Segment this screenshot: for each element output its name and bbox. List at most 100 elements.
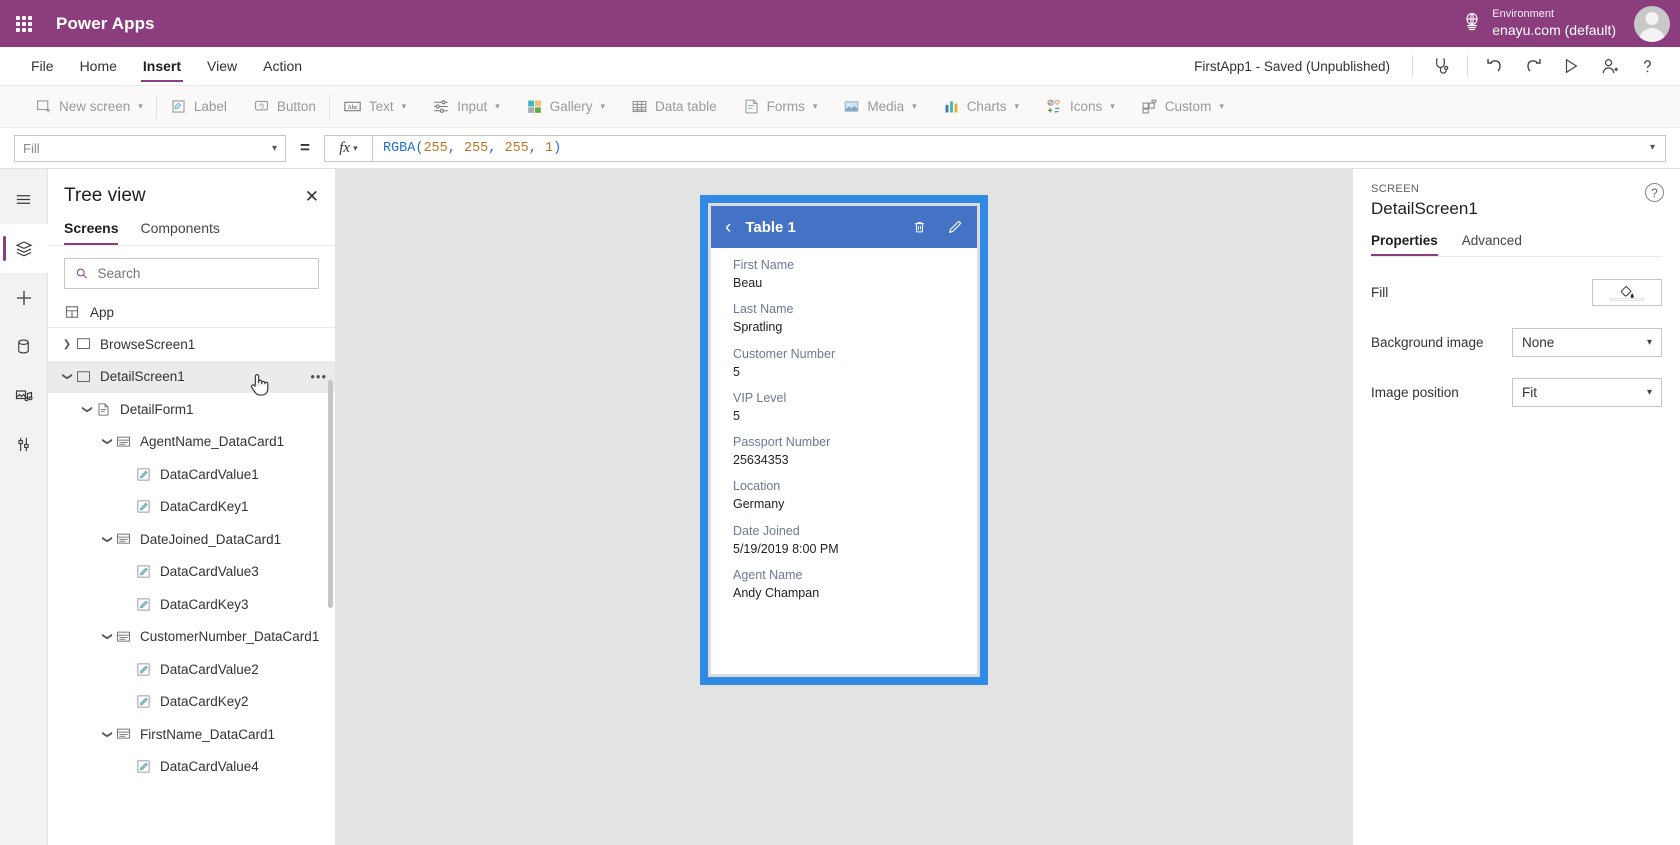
media-library-icon[interactable]: [0, 371, 48, 420]
tree-node-datejoined_datacard1[interactable]: ❯ DateJoined_DataCard1: [48, 523, 335, 556]
tab-components[interactable]: Components: [140, 215, 219, 245]
datacard-value-icon: [136, 467, 151, 482]
redo-icon[interactable]: [1514, 47, 1552, 85]
chevron-down-icon[interactable]: ❯: [82, 400, 93, 418]
close-icon[interactable]: ✕: [305, 188, 319, 205]
form-field[interactable]: First Name Beau: [733, 256, 955, 292]
data-cylinder-icon[interactable]: [0, 322, 48, 371]
waffle-grid-icon[interactable]: [0, 0, 48, 47]
background-image-value: None: [1522, 334, 1555, 350]
back-chevron-icon[interactable]: ‹: [725, 218, 731, 237]
chevron-down-icon[interactable]: ❯: [102, 433, 113, 451]
image-position-dropdown[interactable]: Fit ▾: [1512, 377, 1662, 407]
tree-node-label: DataCardValue2: [160, 661, 259, 677]
tree-node-datacardvalue1[interactable]: DataCardValue1: [48, 458, 335, 491]
ribbon-label-text: Label: [193, 99, 227, 114]
form-field-value: Beau: [733, 276, 763, 291]
chevron-down-icon[interactable]: ❯: [102, 530, 113, 548]
app-save-status: FirstApp1 - Saved (Unpublished): [1194, 58, 1390, 74]
chevron-down-icon: ▾: [1110, 101, 1115, 111]
trash-icon[interactable]: [912, 219, 927, 235]
ribbon-charts[interactable]: Charts ▾: [930, 86, 1032, 128]
ribbon-custom[interactable]: Custom ▾: [1128, 86, 1237, 128]
fill-color-button[interactable]: [1592, 278, 1662, 306]
property-select[interactable]: Fill ▾: [14, 134, 286, 162]
ribbon-new-screen[interactable]: New screen ▾: [22, 86, 156, 128]
chevron-down-icon[interactable]: ❯: [102, 628, 113, 646]
tree-node-detailform1[interactable]: ❯ DetailForm1: [48, 393, 335, 426]
formula-input[interactable]: RGBA(255, 255, 255, 1) ▾: [371, 134, 1666, 162]
tree-node-agentname_datacard1[interactable]: ❯ AgentName_DataCard1: [48, 426, 335, 459]
tree-node-datacardvalue3[interactable]: DataCardValue3: [48, 556, 335, 589]
search-box[interactable]: [64, 258, 319, 289]
form-field[interactable]: Location Germany: [733, 477, 955, 513]
ribbon-icons[interactable]: Icons ▾: [1032, 86, 1128, 128]
ribbon-data-table[interactable]: Data table: [618, 86, 730, 128]
tab-properties[interactable]: Properties: [1371, 233, 1438, 256]
tree-node-firstname_datacard1[interactable]: ❯ FirstName_DataCard1: [48, 718, 335, 751]
tree-vertical-scrollbar[interactable]: [328, 380, 333, 608]
preview-play-icon[interactable]: [1552, 47, 1590, 85]
share-user-icon[interactable]: [1590, 47, 1628, 85]
ribbon-text[interactable]: Abc Text ▾: [330, 86, 419, 128]
avatar[interactable]: [1634, 5, 1670, 42]
ribbon-label-text: Button: [276, 99, 316, 114]
ribbon-input[interactable]: Input ▾: [419, 86, 513, 128]
chevron-down-icon[interactable]: ❯: [62, 368, 73, 386]
ribbon-label[interactable]: Label: [157, 86, 240, 128]
tab-screens[interactable]: Screens: [64, 215, 119, 245]
preview-header: ‹ Table 1: [711, 206, 977, 248]
menu-item-insert[interactable]: Insert: [130, 47, 194, 85]
undo-icon[interactable]: [1476, 47, 1514, 85]
tree-node-datacardvalue2[interactable]: DataCardValue2: [48, 653, 335, 686]
tree-node-list: ❯ BrowseScreen1 ❯ DetailScreen1 ••• ❯ DetailFo…: [48, 328, 335, 845]
form-field[interactable]: Last Name Spratling: [733, 300, 955, 336]
ribbon-forms[interactable]: Forms ▾: [730, 86, 831, 128]
menu-item-view[interactable]: View: [194, 47, 250, 85]
tree-node-browsescreen1[interactable]: ❯ BrowseScreen1: [48, 328, 335, 361]
tree-node-more-options[interactable]: •••: [310, 369, 327, 384]
tree-node-datacardkey1[interactable]: DataCardKey1: [48, 491, 335, 524]
search-input[interactable]: [97, 266, 308, 281]
chevron-down-icon[interactable]: ❯: [102, 725, 113, 743]
ribbon-media[interactable]: Media ▾: [830, 86, 929, 128]
tree-node-datacardkey3[interactable]: DataCardKey3: [48, 588, 335, 621]
ribbon-button[interactable]: Button: [240, 86, 329, 128]
ribbon-gallery[interactable]: Gallery ▾: [513, 86, 618, 128]
help-circle-icon[interactable]: ?: [1645, 183, 1664, 202]
form-field[interactable]: VIP Level 5: [733, 389, 955, 425]
chevron-right-icon[interactable]: ❯: [58, 339, 76, 350]
hamburger-menu-icon[interactable]: [0, 175, 48, 224]
environment-block[interactable]: Environment enayu.com (default): [1492, 8, 1616, 39]
tree-node-customernumber_datacard1[interactable]: ❯ CustomerNumber_DataCard1: [48, 621, 335, 654]
tree-node-app[interactable]: App: [48, 297, 335, 328]
properties-kicker: SCREEN: [1371, 183, 1420, 195]
app-checker-icon[interactable]: [1421, 47, 1459, 85]
tree-view-layers-icon[interactable]: [0, 224, 48, 273]
tree-node-detailscreen1[interactable]: ❯ DetailScreen1 •••: [48, 360, 335, 393]
formula-arg-0: 255: [423, 140, 448, 156]
formula-expand-chevron-icon[interactable]: ▾: [1650, 142, 1655, 154]
menu-item-action[interactable]: Action: [250, 47, 315, 85]
menu-item-home[interactable]: Home: [67, 47, 130, 85]
advanced-tools-icon[interactable]: [0, 420, 48, 469]
screen-selection-frame[interactable]: ‹ Table 1 First Name Beau Last Name Spra…: [700, 195, 988, 685]
help-icon[interactable]: [1628, 47, 1666, 85]
fx-button[interactable]: fx ▾: [323, 134, 372, 162]
tree-node-datacardvalue4[interactable]: DataCardValue4: [48, 751, 335, 784]
background-image-dropdown[interactable]: None ▾: [1512, 327, 1662, 357]
tree-node-label: DataCardValue3: [160, 564, 259, 580]
canvas-area[interactable]: ‹ Table 1 First Name Beau Last Name Spra…: [336, 169, 1352, 845]
pencil-edit-icon[interactable]: [947, 219, 963, 235]
menu-item-file[interactable]: File: [18, 47, 67, 85]
form-field[interactable]: Agent Name Andy Champan: [733, 566, 955, 602]
form-field[interactable]: Passport Number 25634353: [733, 433, 955, 469]
property-label-background-image: Background image: [1371, 334, 1484, 350]
workspace: Tree view ✕ Screens Components App ❯ Brow…: [0, 169, 1680, 845]
form-field[interactable]: Date Joined 5/19/2019 8:00 PM: [733, 522, 955, 558]
form-field[interactable]: Customer Number 5: [733, 345, 955, 381]
tree-view-header: Tree view ✕: [48, 169, 335, 215]
insert-plus-icon[interactable]: [0, 273, 48, 322]
tree-node-datacardkey2[interactable]: DataCardKey2: [48, 686, 335, 719]
tab-advanced[interactable]: Advanced: [1462, 233, 1522, 256]
